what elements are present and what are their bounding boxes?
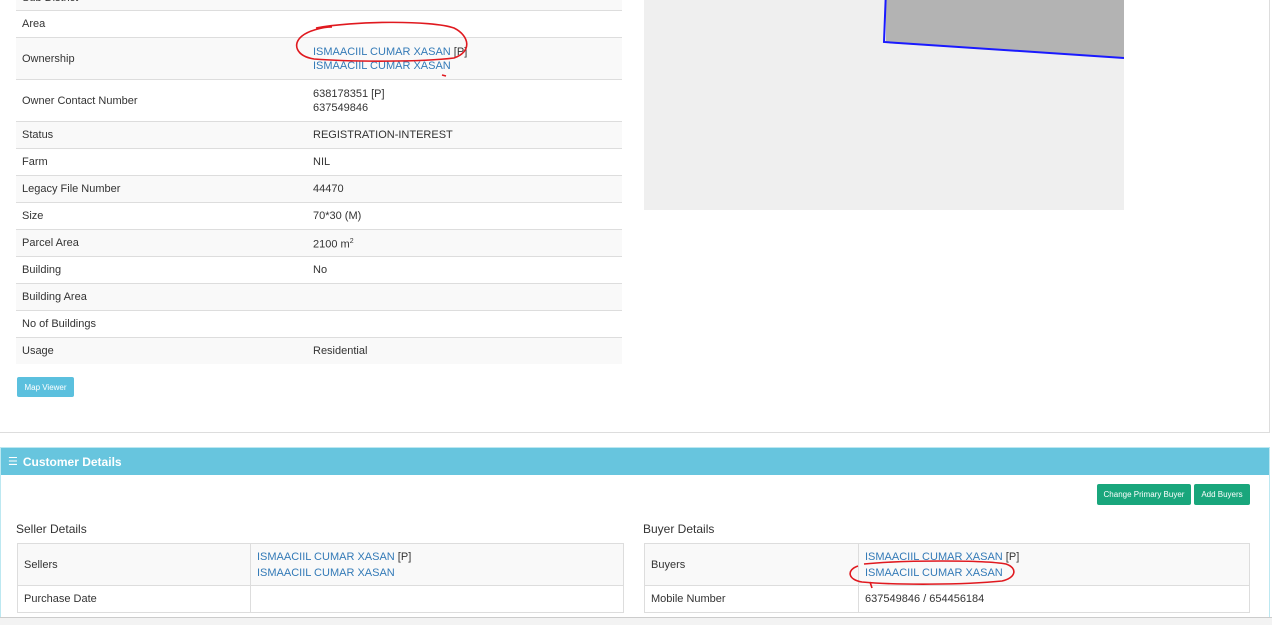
table-row: Purchase Date [17,585,624,613]
row-value [307,10,622,38]
seller-details-title: Seller Details [16,522,87,536]
row-label: Ownership [16,37,307,80]
table-row: Building No [16,256,622,284]
parcel-area-value: 2100 m2 [307,229,622,257]
table-row: Building Area [16,283,622,311]
parcel-details-table: Sub District Area Ownership ISMAACIIL CU… [16,0,622,364]
primary-marker: [P] [397,550,412,563]
customer-details-panel: ☰ Customer Details Change Primary Buyer … [0,447,1270,625]
ownership-value: ISMAACIIL CUMAR XASAN [P] ISMAACIIL CUMA… [307,37,622,80]
panel-title: Customer Details [22,454,122,469]
row-value: 70*30 (M) [307,202,622,230]
buyer-link[interactable]: ISMAACIIL CUMAR XASAN [865,567,1003,579]
row-label: No of Buildings [16,310,307,338]
row-value: NIL [307,148,622,176]
purchase-date-value [250,585,624,613]
table-row: Mobile Number 637549846 / 654456184 [644,585,1250,613]
row-label: Sub District [16,0,307,11]
customer-details-header[interactable]: ☰ Customer Details [1,448,1269,475]
table-row: Sellers ISMAACIIL CUMAR XASAN [P] ISMAAC… [17,543,624,586]
row-label: Status [16,121,307,149]
owner-link[interactable]: ISMAACIIL CUMAR XASAN [313,60,451,72]
row-label: Area [16,10,307,38]
add-buyers-button[interactable]: Add Buyers [1194,484,1250,505]
table-row: Sub District [16,0,622,11]
row-label: Usage [16,337,307,364]
mobile-number-label: Mobile Number [644,585,859,613]
table-row: Ownership ISMAACIIL CUMAR XASAN [P] ISMA… [16,37,622,80]
status-value: REGISTRATION-INTEREST [307,121,622,149]
table-row: Parcel Area 2100 m2 [16,229,622,257]
owner-link-primary[interactable]: ISMAACIIL CUMAR XASAN [313,46,451,58]
table-row: Size 70*30 (M) [16,202,622,230]
row-label: Size [16,202,307,230]
parcel-details-panel: Sub District Area Ownership ISMAACIIL CU… [0,0,1270,433]
table-row: Legacy File Number 44470 [16,175,622,203]
row-value [307,283,622,311]
unit-superscript: 2 [349,237,354,245]
contact-number-primary: 638178351 [P] [313,87,385,100]
table-row: Status REGISTRATION-INTEREST [16,121,622,149]
seller-link[interactable]: ISMAACIIL CUMAR XASAN [257,567,395,579]
table-row: Buyers ISMAACIIL CUMAR XASAN [P] ISMAACI… [644,543,1250,586]
table-row: Usage Residential [16,337,622,364]
contact-number: 637549846 [313,101,369,114]
row-label: Legacy File Number [16,175,307,203]
map-viewer-button[interactable]: Map Viewer [17,377,74,397]
owner-contact-value: 638178351 [P] 637549846 [307,79,622,122]
row-label: Owner Contact Number [16,79,307,122]
row-label: Building Area [16,283,307,311]
row-value: No [307,256,622,284]
purchase-date-label: Purchase Date [17,585,251,613]
primary-marker: [P] [1005,550,1020,563]
row-value: 44470 [307,175,622,203]
buyer-details-table: Buyers ISMAACIIL CUMAR XASAN [P] ISMAACI… [644,543,1250,613]
row-label: Farm [16,148,307,176]
row-value [307,310,622,338]
parcel-map-canvas [882,0,1124,59]
sellers-value: ISMAACIIL CUMAR XASAN [P] ISMAACIIL CUMA… [250,543,624,586]
table-row: Area [16,10,622,38]
table-row: Farm NIL [16,148,622,176]
buyer-link-primary[interactable]: ISMAACIIL CUMAR XASAN [865,551,1003,563]
taskbar-edge [0,617,1272,625]
table-row: Owner Contact Number 638178351 [P] 63754… [16,79,622,122]
mobile-number-value: 637549846 / 654456184 [858,585,1250,613]
change-primary-buyer-button[interactable]: Change Primary Buyer [1097,484,1191,505]
primary-marker: [P] [453,45,468,58]
parcel-area-number: 2100 m [313,238,350,251]
row-label: Parcel Area [16,229,307,257]
sellers-label: Sellers [17,543,251,586]
parcel-map[interactable] [644,0,1124,210]
seller-link-primary[interactable]: ISMAACIIL CUMAR XASAN [257,551,395,563]
row-value [307,0,622,11]
buyer-details-title: Buyer Details [643,522,715,536]
row-label: Building [16,256,307,284]
seller-details-table: Sellers ISMAACIIL CUMAR XASAN [P] ISMAAC… [17,543,624,613]
row-value: Residential [307,337,622,364]
table-row: No of Buildings [16,310,622,338]
list-icon: ☰ [8,456,18,468]
buyers-label: Buyers [644,543,859,586]
buyers-value: ISMAACIIL CUMAR XASAN [P] ISMAACIIL CUMA… [858,543,1250,586]
